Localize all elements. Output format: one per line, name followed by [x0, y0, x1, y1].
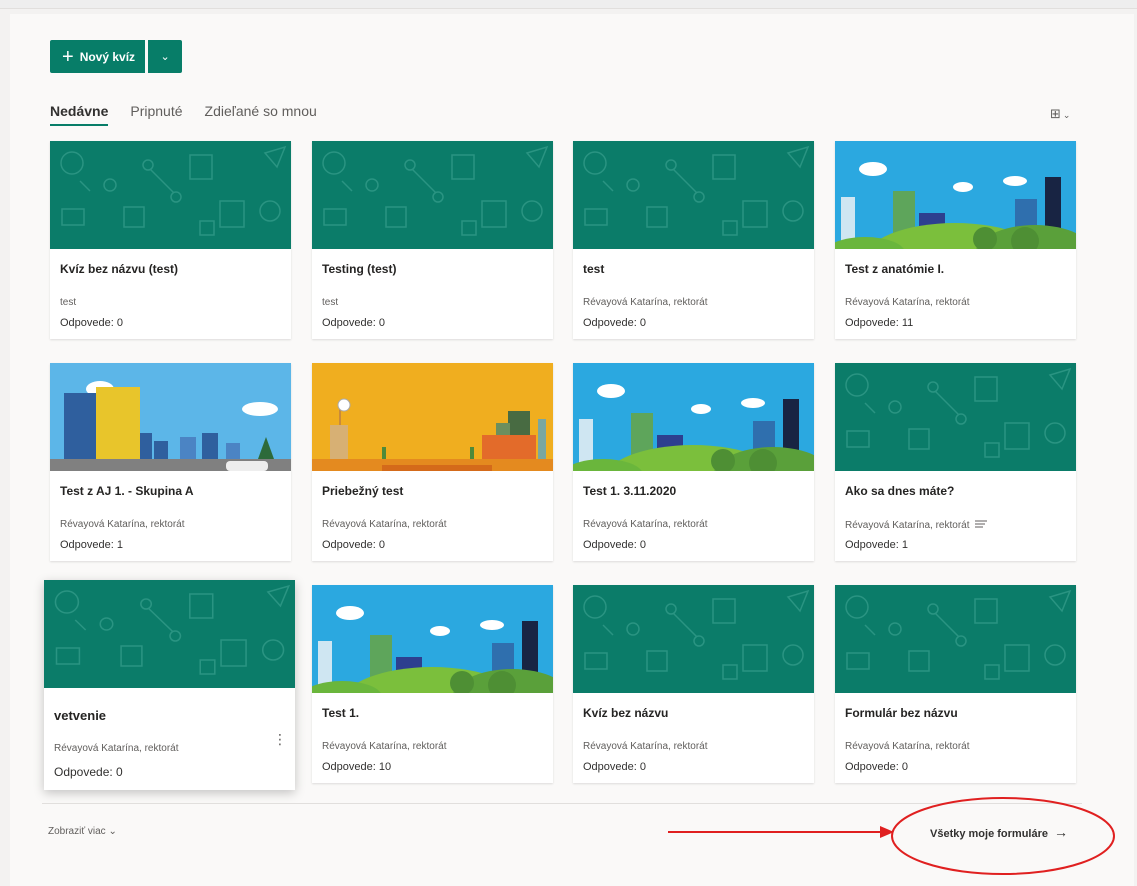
form-card-thumbnail	[835, 363, 1076, 471]
form-card[interactable]: Test 1. Révayová Katarína, rektorát Odpove…	[312, 585, 553, 783]
form-card-title: Testing (test)	[322, 262, 397, 276]
more-options-icon[interactable]: ⋮	[273, 732, 287, 746]
form-card-owner-text: Révayová Katarína, rektorát	[322, 741, 447, 752]
form-card-responses: Odpovede: 1	[60, 539, 123, 551]
form-card-owner: Révayová Katarína, rektorát	[845, 741, 970, 752]
form-card-owner-text: Révayová Katarína, rektorát	[583, 297, 708, 308]
all-my-forms-link[interactable]: Všetky moje formuláre →	[930, 824, 1068, 840]
form-card-title: Test 1.	[322, 706, 360, 720]
tab-recent[interactable]: Nedávne	[50, 103, 109, 126]
form-card-owner-text: Révayová Katarína, rektorát	[322, 519, 447, 530]
form-card-owner-text: test	[60, 297, 77, 308]
form-card-owner-text: Révayová Katarína, rektorát	[60, 519, 185, 530]
form-card-thumbnail	[312, 585, 553, 693]
form-card-owner-text: Révayová Katarína, rektorát	[54, 743, 179, 754]
arrow-right-icon: →	[1054, 824, 1068, 840]
form-card[interactable]: Kvíz bez názvu (test) test Odpovede: 0	[50, 141, 291, 339]
form-card-owner: Révayová Katarína, rektorát	[845, 297, 970, 308]
top-bar	[0, 0, 1137, 9]
form-card[interactable]: Ako sa dnes máte? Révayová Katarína, rekt…	[835, 363, 1076, 561]
form-card-title: vetvenie	[54, 708, 107, 723]
form-card-owner-text: Révayová Katarína, rektorát	[845, 520, 970, 532]
new-quiz-label: Nový kvíz	[79, 49, 136, 64]
form-card-owner: Révayová Katarína, rektorát	[845, 519, 987, 532]
form-card-thumbnail	[44, 580, 295, 688]
form-card-thumbnail	[312, 141, 553, 249]
form-card[interactable]: Test z anatómie I. Révayová Katarína, rek…	[835, 141, 1076, 339]
form-card-responses: Odpovede: 0	[322, 539, 385, 551]
form-card-title: Test z anatómie I.	[845, 262, 945, 276]
form-card[interactable]: Test 1. 3.11.2020 Révayová Katarína, rekt…	[573, 363, 814, 561]
new-quiz-button[interactable]: + Nový kvíz	[50, 40, 146, 73]
form-card[interactable]: Formulár bez názvu Révayová Katarína, rek…	[835, 585, 1076, 783]
form-card-title: Test 1. 3.11.2020	[583, 484, 677, 498]
form-card-thumbnail	[573, 141, 814, 249]
chevron-down-icon: ⌄	[1062, 110, 1071, 120]
form-card-owner-text: test	[322, 297, 339, 308]
form-card-thumbnail	[573, 363, 814, 471]
form-card-responses: Odpovede: 0	[583, 317, 646, 329]
tab-shared-with-me[interactable]: Zdieľané so mnou	[205, 103, 317, 126]
form-card-owner: Révayová Katarína, rektorát	[583, 741, 708, 752]
chevron-down-icon: ⌄	[108, 826, 117, 837]
show-more-label: Zobraziť viac	[48, 826, 106, 837]
form-card-title: Kvíz bez názvu (test)	[60, 262, 179, 276]
form-card-title: Priebežný test	[322, 484, 404, 498]
form-card-owner: test	[322, 297, 338, 308]
form-card[interactable]: Testing (test) test Odpovede: 0	[312, 141, 553, 339]
form-card-owner: Révayová Katarína, rektorát	[583, 519, 708, 530]
form-card-thumbnail	[835, 141, 1076, 249]
new-dropdown-button[interactable]: ⌄	[148, 40, 183, 73]
form-card-thumbnail	[573, 585, 814, 693]
form-card-thumbnail	[312, 363, 553, 471]
form-card-responses: Odpovede: 1	[845, 539, 908, 551]
form-card-responses: Odpovede: 10	[322, 761, 392, 773]
form-card-responses: Odpovede: 0	[583, 539, 646, 551]
form-card-thumbnail	[50, 363, 291, 471]
form-card-owner-text: Révayová Katarína, rektorát	[845, 297, 970, 308]
form-card-title: Kvíz bez názvu	[583, 706, 669, 720]
form-card-title: test	[583, 262, 605, 276]
show-more-link[interactable]: Zobraziť viac ⌄	[48, 826, 117, 837]
form-card-responses: Odpovede: 11	[845, 317, 914, 329]
form-card[interactable]: Priebežný test Révayová Katarína, rektorá…	[312, 363, 553, 561]
form-card-owner: Révayová Katarína, rektorát	[322, 741, 447, 752]
form-card-owner: Révayová Katarína, rektorát	[60, 519, 185, 530]
form-card-owner: Révayová Katarína, rektorát	[583, 297, 708, 308]
form-card-owner: Révayová Katarína, rektorát	[54, 743, 179, 754]
form-card[interactable]: Kvíz bez názvu Révayová Katarína, rektorá…	[573, 585, 814, 783]
tab-pinned[interactable]: Pripnuté	[130, 103, 182, 126]
form-card-owner: test	[60, 297, 76, 308]
all-forms-label: Všetky moje formuláre	[930, 828, 1048, 840]
form-card-responses: Odpovede: 0	[845, 761, 908, 773]
form-card-owner-text: Révayová Katarína, rektorát	[583, 519, 708, 530]
form-card-title: Test z AJ 1. - Skupina A	[60, 484, 194, 498]
form-card-responses: Odpovede: 0	[60, 317, 123, 329]
new-quiz-split-button: + Nový kvíz ⌄	[50, 40, 183, 73]
form-card-responses: Odpovede: 0	[322, 317, 385, 329]
grid-view-icon: ⊞	[1050, 106, 1061, 121]
divider	[42, 803, 1082, 804]
form-card-owner-text: Révayová Katarína, rektorát	[845, 741, 970, 752]
chevron-down-icon: ⌄	[160, 51, 170, 63]
form-card[interactable]: vetvenie Révayová Katarína, rektorát Odpov…	[44, 580, 295, 790]
view-toggle-button[interactable]: ⊞ ⌄	[1050, 106, 1070, 122]
form-card-responses: Odpovede: 0	[583, 761, 646, 773]
form-card-responses: Odpovede: 0	[54, 765, 123, 779]
form-card[interactable]: test Révayová Katarína, rektorát Odpovede:…	[573, 141, 814, 339]
form-card-title: Formulár bez názvu	[845, 706, 958, 720]
plus-icon: +	[62, 45, 74, 68]
form-card[interactable]: Test z AJ 1. - Skupina A Révayová Katarín…	[50, 363, 291, 561]
form-card-owner: Révayová Katarína, rektorát	[322, 519, 447, 530]
form-card-thumbnail	[835, 585, 1076, 693]
form-card-thumbnail	[50, 141, 291, 249]
form-card-owner-text: Révayová Katarína, rektorát	[583, 741, 708, 752]
form-card-title: Ako sa dnes máte?	[845, 484, 955, 498]
tab-bar: Nedávne Pripnuté Zdieľané so mnou	[50, 103, 317, 126]
shared-icon	[974, 519, 987, 532]
